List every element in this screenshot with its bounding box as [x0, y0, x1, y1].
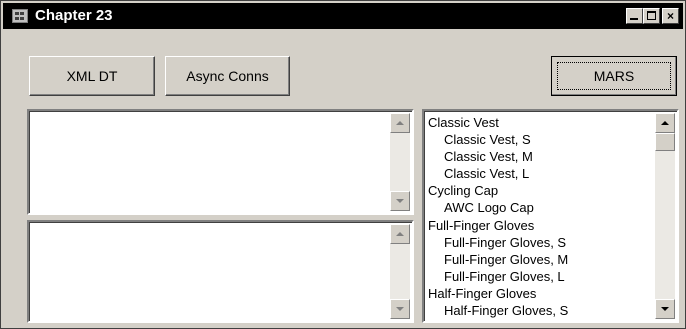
maximize-button[interactable]	[643, 8, 660, 24]
scroll-up-button[interactable]	[390, 224, 410, 244]
textbox-top-scrollbar[interactable]	[390, 113, 410, 211]
arrow-up-icon	[396, 232, 404, 236]
list-item[interactable]: Full-Finger Gloves, L	[428, 268, 568, 285]
list-item[interactable]: Cycling Cap	[428, 182, 568, 199]
list-item[interactable]: Full-Finger Gloves	[428, 217, 568, 234]
scroll-down-button[interactable]	[390, 191, 410, 211]
arrow-down-icon	[396, 307, 404, 311]
list-item[interactable]: Classic Vest, M	[428, 148, 568, 165]
results-list: Classic Vest Classic Vest, S Classic Vest,…	[428, 114, 568, 319]
arrow-down-icon	[661, 307, 669, 311]
scroll-up-button[interactable]	[390, 113, 410, 133]
app-icon[interactable]	[12, 9, 28, 23]
arrow-up-icon	[661, 121, 669, 125]
title-bar[interactable]: Chapter 23 ×	[3, 3, 683, 29]
close-button[interactable]: ×	[662, 8, 679, 24]
scroll-down-button[interactable]	[655, 299, 675, 319]
textbox-bottom-scrollbar[interactable]	[390, 224, 410, 319]
maximize-icon	[647, 11, 656, 20]
close-icon: ×	[666, 9, 674, 23]
results-listbox[interactable]: Classic Vest Classic Vest, S Classic Vest,…	[422, 109, 679, 323]
output-textbox-top[interactable]	[27, 109, 414, 215]
window-title: Chapter 23	[35, 7, 113, 24]
list-item[interactable]: Classic Vest, S	[428, 131, 568, 148]
arrow-down-icon	[396, 199, 404, 203]
main-window: Chapter 23 × XML DT Async Conns MARS Cla…	[0, 0, 686, 329]
xml-dt-button[interactable]: XML DT	[29, 56, 155, 96]
list-item[interactable]: Full-Finger Gloves, S	[428, 234, 568, 251]
async-conns-button[interactable]: Async Conns	[165, 56, 290, 96]
scroll-down-button[interactable]	[390, 299, 410, 319]
listbox-scrollbar[interactable]	[655, 113, 675, 319]
list-item[interactable]: Full-Finger Gloves, M	[428, 251, 568, 268]
list-item[interactable]: Half-Finger Gloves	[428, 285, 568, 302]
minimize-button[interactable]	[626, 8, 643, 24]
scroll-up-button[interactable]	[655, 113, 675, 133]
list-item[interactable]: Classic Vest	[428, 114, 568, 131]
output-textbox-bottom[interactable]	[27, 220, 414, 323]
minimize-icon	[630, 18, 638, 20]
mars-button[interactable]: MARS	[551, 56, 677, 96]
scroll-thumb[interactable]	[655, 133, 675, 151]
list-item[interactable]: Classic Vest, L	[428, 165, 568, 182]
list-item[interactable]: AWC Logo Cap	[428, 199, 568, 216]
mars-button-label: MARS	[593, 68, 635, 84]
arrow-up-icon	[396, 121, 404, 125]
list-item[interactable]: Half-Finger Gloves, S	[428, 302, 568, 319]
